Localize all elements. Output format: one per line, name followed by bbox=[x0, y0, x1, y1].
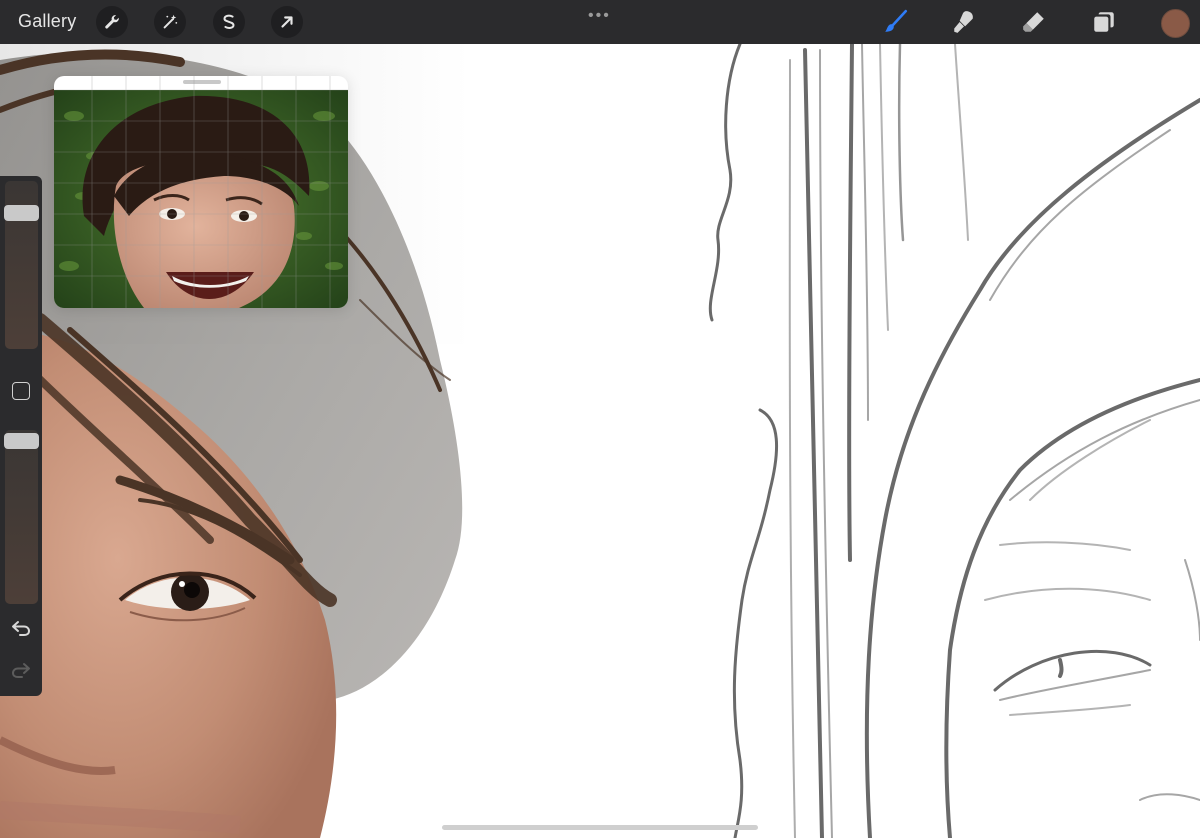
color-picker-button[interactable] bbox=[1161, 9, 1190, 38]
reference-photo bbox=[54, 76, 348, 308]
home-indicator[interactable] bbox=[442, 825, 758, 830]
smudge-icon bbox=[954, 11, 973, 33]
adjustments-button[interactable] bbox=[154, 6, 186, 38]
more-options-button[interactable]: ••• bbox=[588, 7, 611, 25]
modify-button[interactable] bbox=[12, 382, 30, 400]
selection-button[interactable] bbox=[213, 6, 245, 38]
selection-icon bbox=[223, 14, 235, 29]
eraser-tool-button[interactable] bbox=[1018, 6, 1050, 38]
smudge-tool-button[interactable] bbox=[948, 6, 980, 38]
layers-button[interactable] bbox=[1088, 6, 1120, 38]
brush-icon bbox=[885, 9, 908, 32]
transform-button[interactable] bbox=[271, 6, 303, 38]
brush-tool-button[interactable] bbox=[880, 6, 912, 38]
transform-arrow-icon bbox=[281, 16, 293, 28]
reference-window[interactable] bbox=[54, 76, 348, 308]
brush-size-slider-thumb[interactable] bbox=[4, 205, 39, 221]
wrench-icon bbox=[105, 15, 119, 29]
undo-arrow-icon[interactable] bbox=[9, 616, 33, 640]
brush-size-slider[interactable] bbox=[4, 181, 39, 349]
redo-arrow-icon[interactable] bbox=[9, 658, 33, 682]
opacity-slider-thumb[interactable] bbox=[4, 433, 39, 449]
eraser-icon bbox=[1023, 12, 1044, 32]
left-sidebar bbox=[0, 176, 42, 696]
opacity-slider[interactable] bbox=[4, 430, 39, 604]
actions-button[interactable] bbox=[96, 6, 128, 38]
layers-icon bbox=[1094, 12, 1114, 32]
gallery-button[interactable]: Gallery bbox=[18, 11, 76, 32]
magic-wand-icon bbox=[163, 14, 178, 29]
top-toolbar: Gallery ••• bbox=[0, 0, 1200, 44]
